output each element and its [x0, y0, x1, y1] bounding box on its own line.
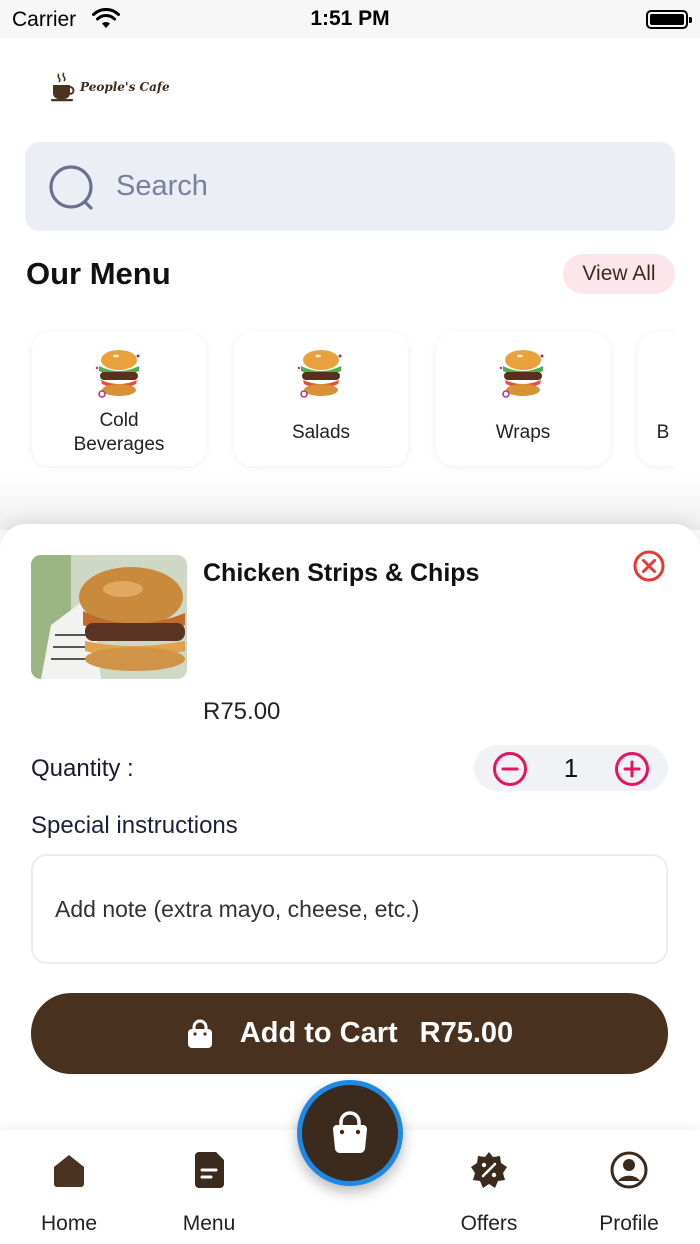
category-label: Cold — [99, 410, 139, 431]
search-icon — [47, 163, 101, 222]
category-card-cold-beverages[interactable]: Cold Beverages — [32, 332, 206, 466]
product-sheet: Chicken Strips & Chips R75.00 Quantity :… — [0, 524, 700, 1144]
category-card-salads[interactable]: Salads — [234, 332, 408, 466]
shopping-bag-icon — [333, 1111, 367, 1154]
nav-label: Menu — [182, 1212, 236, 1235]
quantity-label: Quantity : — [31, 755, 134, 782]
brand-name: People's Cafe — [80, 80, 170, 94]
product-name: Chicken Strips & Chips — [203, 559, 480, 587]
nav-label: Home — [40, 1212, 98, 1235]
note-field[interactable]: Add note (extra mayo, cheese, etc.) — [31, 854, 668, 964]
product-price: R75.00 — [203, 698, 281, 725]
menu-icon — [149, 1150, 269, 1190]
nav-home[interactable]: Home — [9, 1150, 129, 1236]
category-card-partial[interactable]: B — [638, 332, 675, 466]
view-all-button[interactable]: View All — [563, 254, 675, 294]
nav-profile[interactable]: Profile — [569, 1150, 689, 1236]
close-icon[interactable] — [632, 549, 666, 583]
category-card-wraps[interactable]: Wraps — [436, 332, 610, 466]
burger-image — [95, 350, 140, 398]
burger-image — [499, 350, 544, 398]
add-to-cart-label: Add to Cart — [239, 1017, 398, 1049]
battery-icon — [646, 10, 692, 29]
nav-offers[interactable]: Offers — [429, 1150, 549, 1236]
category-label: Beverages — [73, 434, 165, 455]
brand-logo[interactable]: People's Cafe — [50, 72, 170, 102]
burger-image — [297, 350, 342, 398]
plus-icon — [615, 752, 649, 786]
add-to-cart-button[interactable]: Add to Cart R75.00 — [31, 993, 668, 1074]
section-title: Our Menu — [26, 256, 171, 291]
shopping-bag-icon — [187, 1019, 212, 1048]
special-instructions-label: Special instructions — [31, 812, 238, 839]
coffee-cup-icon — [51, 72, 75, 102]
sheet-shadow — [0, 470, 700, 530]
decrement-button[interactable] — [492, 751, 528, 787]
add-to-cart-amount: R75.00 — [419, 1017, 514, 1049]
product-image — [31, 555, 187, 679]
clock: 1:51 PM — [310, 7, 390, 30]
nav-label: Profile — [599, 1212, 659, 1235]
offers-icon — [429, 1150, 549, 1190]
status-bar: Carrier 1:51 PM — [0, 0, 700, 38]
profile-icon — [569, 1150, 689, 1190]
search-bar[interactable]: Search — [25, 142, 675, 231]
category-carousel[interactable]: Cold Beverages Salads Wraps B — [26, 326, 675, 476]
search-input[interactable]: Search — [116, 170, 208, 203]
category-label: Salads — [291, 422, 351, 443]
home-icon — [9, 1150, 129, 1190]
increment-button[interactable] — [614, 751, 650, 787]
cart-fab[interactable] — [297, 1080, 403, 1186]
nav-menu[interactable]: Menu — [149, 1150, 269, 1236]
quantity-stepper: 1 — [474, 745, 668, 791]
minus-icon — [493, 752, 527, 786]
category-label: B — [656, 422, 670, 443]
note-placeholder: Add note (extra mayo, cheese, etc.) — [55, 896, 420, 922]
quantity-value: 1 — [563, 753, 579, 783]
nav-label: Offers — [460, 1212, 518, 1235]
